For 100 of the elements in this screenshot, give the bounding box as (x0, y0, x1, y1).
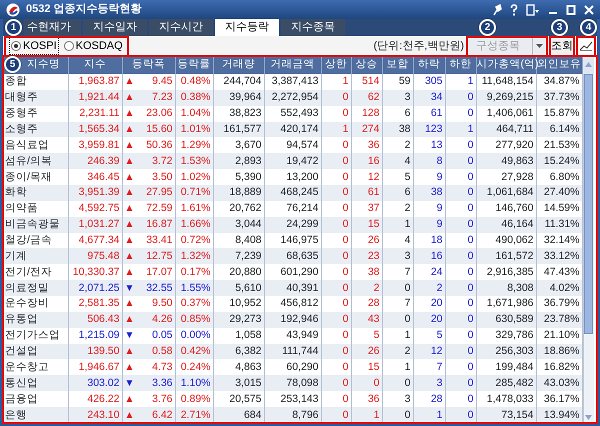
tab[interactable]: 지수일자 (83, 19, 147, 36)
change-arrow: ▲ (124, 186, 134, 200)
table-cell: 6,382 (213, 344, 264, 360)
change-arrow: ▲ (124, 91, 134, 106)
table-cell: 6.42 (152, 408, 172, 423)
change-arrow: ▲ (124, 202, 134, 216)
table-cell: 0 (382, 280, 413, 296)
column-header[interactable]: 시가총액(억) (476, 58, 538, 70)
table-cell: 3 (382, 90, 413, 106)
table-cell: 1.32% (175, 248, 213, 264)
annotation-marker: 1 (5, 19, 22, 36)
table-cell: 은행 (3, 407, 68, 423)
table-cell: 18,889 (213, 185, 264, 201)
table-cell: 8 (413, 153, 445, 170)
table-cell: 0 (321, 375, 351, 392)
change-arrow: ▲ (124, 138, 134, 153)
tab[interactable]: 지수시간 (149, 19, 213, 36)
chart-button[interactable] (577, 36, 595, 56)
table-cell: 1 (382, 216, 413, 233)
radio-option[interactable]: KOSDAQ (62, 38, 124, 54)
close-icon[interactable] (584, 4, 594, 16)
table-cell: 11.31% (536, 216, 582, 233)
table-cell: 32.55 (146, 280, 172, 296)
table-cell: 0 (445, 344, 476, 360)
scrollbar-thumb[interactable] (584, 74, 593, 334)
table-cell: 1.53% (175, 153, 213, 170)
table-cell: 4.73 (152, 360, 172, 375)
table-cell: 43.03% (536, 375, 582, 392)
table-cell: 303.02 (68, 375, 122, 392)
table-cell: 6 (382, 185, 413, 201)
change-arrow: ▲ (124, 234, 134, 248)
table-cell: 19,472 (264, 153, 321, 170)
tab[interactable]: 지수종목 (281, 19, 345, 36)
table-cell: 2.71% (175, 407, 213, 423)
column-header[interactable]: 지수명 (26, 58, 60, 70)
table-cell: 9.50 (152, 296, 172, 312)
table-cell: 섬유/의복 (3, 153, 68, 170)
window-title: 0532 업종지수등락현황 (26, 2, 142, 18)
change-arrow: ▲ (124, 107, 134, 122)
table-cell: 161,577 (213, 122, 264, 138)
table-cell: 통신업 (3, 375, 68, 392)
table-cell: 34 (413, 90, 445, 106)
table-cell: 1,921.44 (68, 90, 122, 106)
change-arrow: ▲ (124, 345, 134, 360)
change-arrow: ▲ (124, 360, 134, 375)
table-cell: 15.24% (536, 153, 582, 170)
table-cell: 12 (413, 344, 445, 360)
pin-icon[interactable] (492, 4, 502, 16)
tab[interactable]: 수현재가 (24, 19, 81, 36)
change-arrow: ▼ (124, 282, 134, 296)
table-cell: 의료정밀 (3, 280, 68, 296)
table-cell: 0 (321, 185, 351, 201)
table-cell: 7.23 (152, 90, 172, 106)
table-cell: 62 (351, 90, 382, 106)
table-cell: 6.14% (536, 122, 582, 138)
table-cell: 68,635 (264, 248, 321, 264)
change-arrow: ▲ (124, 170, 134, 185)
table-cell: 대형주 (3, 90, 68, 106)
maximize-icon[interactable] (566, 4, 576, 16)
help-icon[interactable] (510, 4, 518, 16)
table-cell: 12.75 (146, 248, 172, 264)
table-cell: 3,015 (213, 375, 264, 392)
window-menu-icon[interactable] (526, 4, 540, 16)
table-cell: 0 (321, 248, 351, 264)
table-cell: 40,391 (264, 280, 321, 296)
table-cell: 16 (413, 248, 445, 264)
table-cell: 13.94% (536, 407, 582, 423)
table-cell: 61 (351, 185, 382, 201)
table-cell: 246.39 (68, 153, 122, 170)
table-cell: 17.07 (146, 264, 172, 280)
table-cell: 43 (351, 312, 382, 328)
table-cell: 49,863 (476, 153, 536, 170)
table-cell: 33.41 (146, 233, 172, 248)
table-cell: 23.06 (146, 106, 172, 122)
table-cell: 38 (382, 122, 413, 138)
table-cell: 2 (382, 344, 413, 360)
table-cell: 3.36 (152, 376, 172, 391)
query-button[interactable]: 조회 (550, 36, 574, 56)
table-cell: 464,711 (476, 122, 536, 138)
table-cell: 1.55% (175, 280, 213, 296)
table-cell: 468,245 (264, 185, 321, 201)
table-cell: 9.45 (152, 74, 172, 90)
change-arrow: ▲ (124, 408, 134, 423)
table-cell: 3,951.39 (68, 185, 122, 201)
table-cell: 0 (445, 312, 476, 328)
table-cell: 0 (445, 185, 476, 201)
table-cell: 9 (413, 216, 445, 233)
table-cell: 1 (351, 407, 382, 423)
table-cell: 0 (321, 312, 351, 328)
change-arrow: ▼ (124, 376, 134, 391)
table-cell: 0 (445, 375, 476, 392)
scroll-up-icon[interactable] (583, 56, 594, 74)
app-logo-icon (6, 2, 20, 16)
change-arrow: ▲ (124, 75, 134, 90)
table-cell: 1.01% (175, 122, 213, 138)
table-cell: 0 (321, 280, 351, 296)
tab[interactable]: 지수등락 (215, 19, 279, 36)
caret-icon (536, 44, 543, 48)
table-cell: 8,796 (264, 407, 321, 423)
table-cell: 33.12% (536, 248, 582, 264)
